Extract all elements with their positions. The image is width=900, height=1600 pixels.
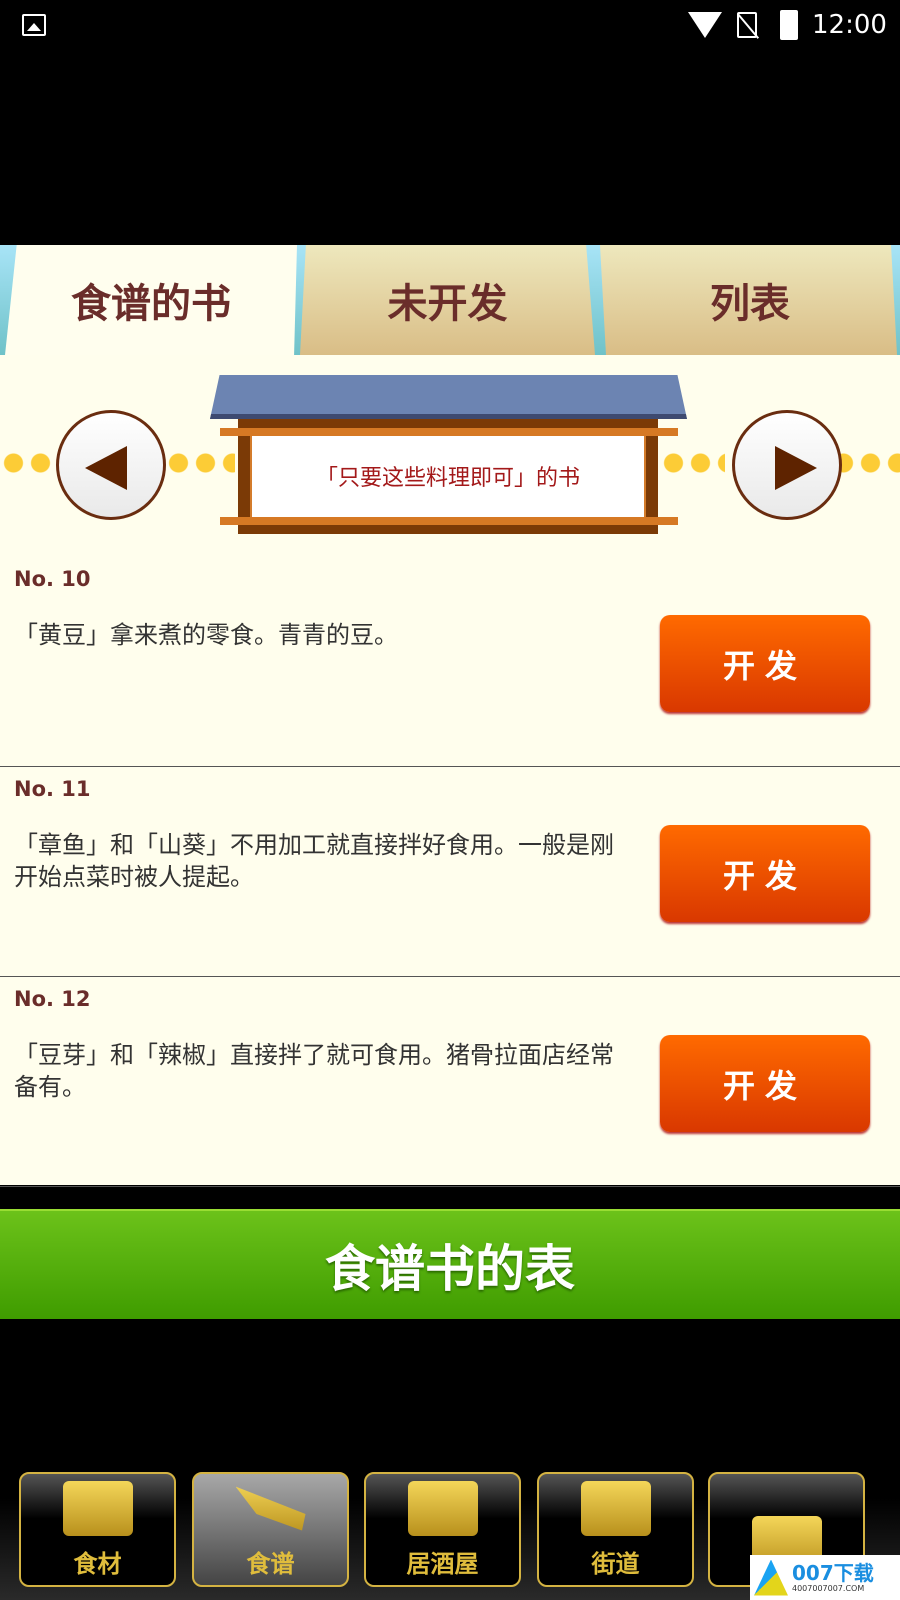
dots-decoration (0, 453, 60, 473)
recipe-panel: 「只要这些料理即可」的书 No. 10 「黄豆」拿来煮的零食。青青的豆。 开发 … (0, 355, 900, 1187)
signboard-roof (210, 375, 687, 419)
develop-button[interactable]: 开发 (660, 1035, 870, 1132)
arrow-left-icon (85, 446, 127, 490)
recipe-item: No. 11 「章鱼」和「山葵」不用加工就直接拌好食用。一般是刚开始点菜时被人提… (0, 767, 900, 977)
nav-izakaya[interactable]: 居酒屋 (364, 1472, 521, 1587)
recipe-description: 「黄豆」拿来煮的零食。青青的豆。 (14, 621, 398, 649)
status-bar: 12:00 (0, 0, 900, 50)
recipe-number: No. 12 (14, 987, 91, 1011)
dots-decoration (660, 453, 725, 473)
watermark-logo-icon (754, 1559, 788, 1596)
watermark-brand: 007下载 (792, 1561, 874, 1585)
develop-button[interactable]: 开发 (660, 825, 870, 922)
signboard-beam (220, 428, 678, 436)
recipe-book-list-button[interactable]: 食谱书的表 (0, 1209, 900, 1319)
nav-ingredients[interactable]: 食材 (19, 1472, 176, 1587)
clock: 12:00 (812, 10, 887, 40)
recipe-item: No. 10 「黄豆」拿来煮的零食。青青的豆。 开发 (0, 557, 900, 767)
signboard-beam (220, 517, 678, 525)
no-sim-icon (737, 12, 757, 38)
watermark: 007下载 4007007007.COM (750, 1555, 900, 1600)
prev-book-button[interactable] (56, 410, 166, 520)
battery-charging-icon (780, 10, 798, 40)
book-title: 「只要这些料理即可」的书 (250, 429, 646, 522)
nav-label: 食谱 (246, 1550, 295, 1578)
nav-label: 食材 (73, 1550, 122, 1578)
izakaya-beer-icon (407, 1481, 478, 1536)
recipe-description: 「豆芽」和「辣椒」直接拌了就可食用。猪骨拉面店经常备有。 (14, 1041, 614, 1101)
nav-label: 居酒屋 (406, 1550, 479, 1578)
nav-recipes[interactable]: 食谱 (192, 1472, 349, 1587)
recipe-item: No. 12 「豆芽」和「辣椒」直接拌了就可食用。猪骨拉面店经常备有。 开发 (0, 977, 900, 1187)
tab-undeveloped[interactable]: 未开发 (300, 245, 595, 355)
nav-street[interactable]: 街道 (537, 1472, 694, 1587)
tab-recipe-book[interactable]: 食谱的书 (5, 245, 297, 355)
tab-list[interactable]: 列表 (600, 245, 897, 355)
dots-decoration (165, 453, 235, 473)
wifi-icon (688, 12, 722, 38)
watermark-url: 4007007007.COM (792, 1584, 865, 1593)
arrow-right-icon (775, 446, 817, 490)
develop-button[interactable]: 开发 (660, 615, 870, 712)
recipe-number: No. 11 (14, 777, 91, 801)
tab-bar: 食谱的书 未开发 列表 (0, 245, 900, 355)
buildings-icon (580, 1481, 651, 1536)
nav-label: 街道 (591, 1550, 640, 1578)
ingredients-icon (62, 1481, 133, 1536)
image-icon (22, 14, 46, 36)
recipe-description: 「章鱼」和「山葵」不用加工就直接拌好食用。一般是刚开始点菜时被人提起。 (14, 831, 614, 891)
recipe-number: No. 10 (14, 567, 91, 591)
knife-icon (235, 1486, 306, 1531)
next-book-button[interactable] (732, 410, 842, 520)
